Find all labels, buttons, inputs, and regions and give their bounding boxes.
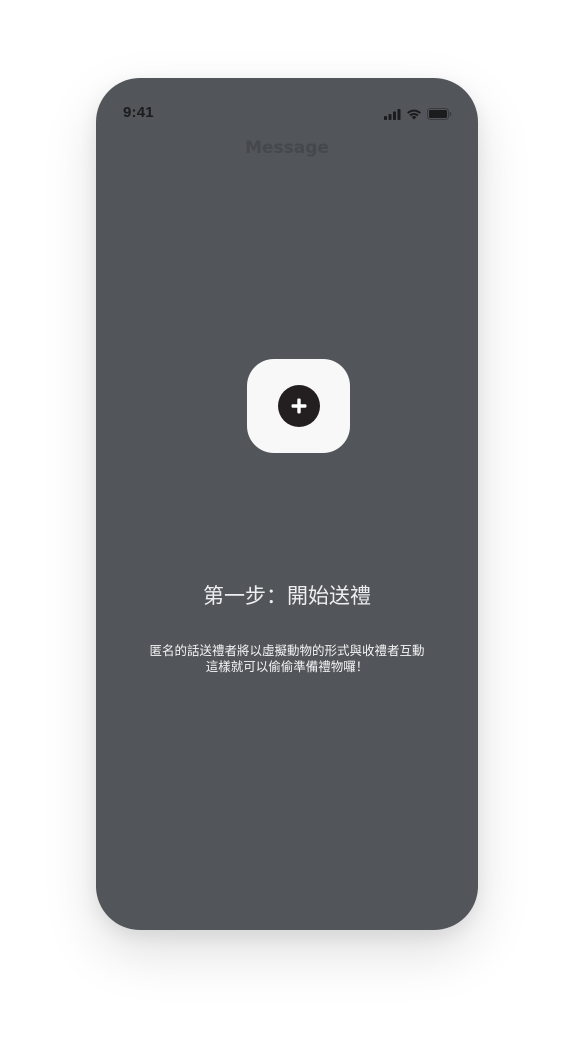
cellular-signal-icon: [384, 108, 401, 120]
canvas: 9:41 Message 第一步：開始送禮 匿名的話送禮者將以虛擬動物的形式與收…: [0, 0, 574, 1045]
wifi-icon: [406, 109, 422, 120]
plus-icon: [277, 385, 320, 427]
add-gift-button[interactable]: [247, 359, 350, 453]
status-icons: [384, 108, 452, 120]
phone-screen: 9:41 Message 第一步：開始送禮 匿名的話送禮者將以虛擬動物的形式與收…: [96, 78, 478, 930]
step-description: 匿名的話送禮者將以虛擬動物的形式與收禮者互動 這樣就可以偷偷準備禮物囉！: [96, 643, 478, 675]
page-title: Message: [245, 138, 329, 158]
description-line-2: 這樣就可以偷偷準備禮物囉！: [205, 659, 369, 674]
battery-icon: [427, 108, 452, 120]
step-heading: 第一步：開始送禮: [203, 584, 371, 608]
description-line-1: 匿名的話送禮者將以虛擬動物的形式與收禮者互動: [149, 643, 425, 658]
status-time: 9:41: [123, 104, 154, 121]
